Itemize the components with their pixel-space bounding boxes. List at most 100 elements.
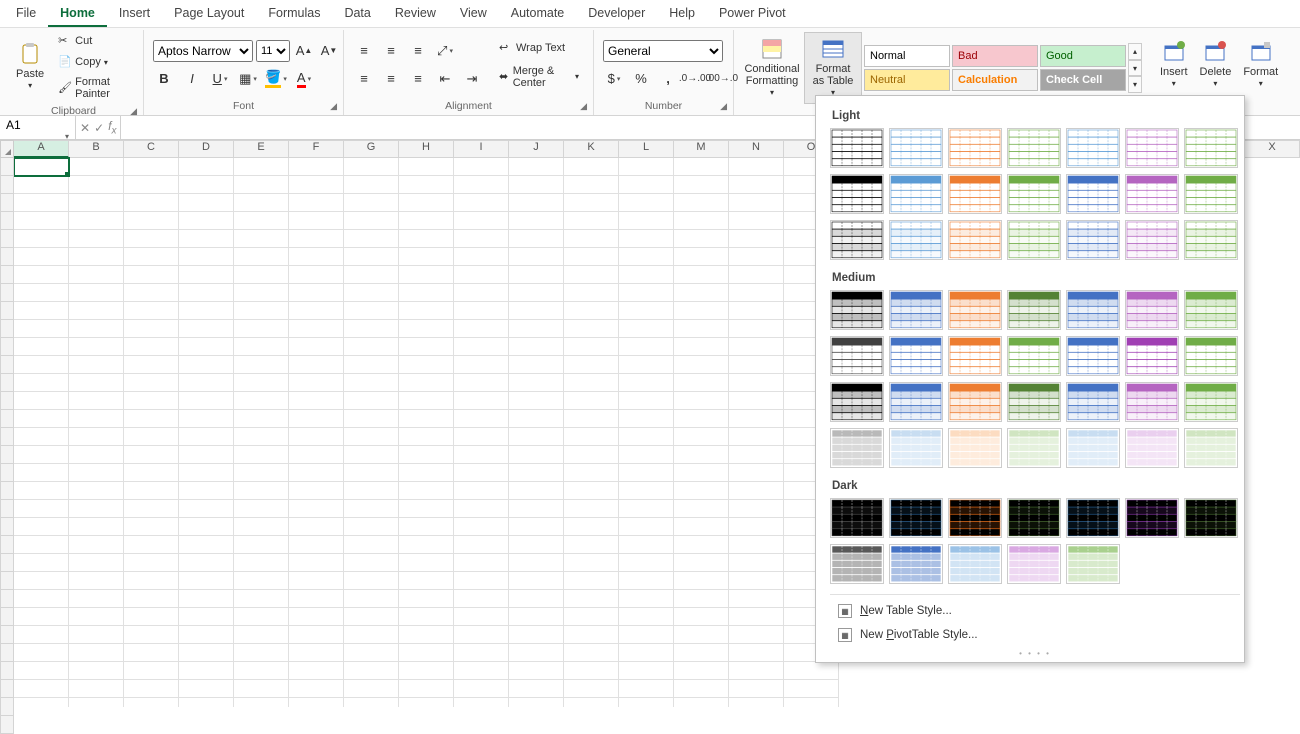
cell[interactable]	[124, 248, 179, 266]
cell[interactable]	[674, 392, 729, 410]
cell[interactable]	[399, 338, 454, 356]
cell[interactable]	[674, 464, 729, 482]
cell[interactable]	[124, 518, 179, 536]
select-all-button[interactable]	[0, 140, 14, 158]
table-style-thumb[interactable]	[1125, 290, 1179, 330]
cell[interactable]	[69, 176, 124, 194]
cell[interactable]	[344, 662, 399, 680]
cell[interactable]	[69, 230, 124, 248]
table-style-thumb[interactable]	[830, 290, 884, 330]
bold-button[interactable]: B	[153, 68, 175, 90]
cell[interactable]	[234, 554, 289, 572]
cell[interactable]	[234, 500, 289, 518]
cell-style-calc[interactable]: Calculation	[952, 69, 1038, 91]
cell[interactable]	[179, 266, 234, 284]
cell[interactable]	[564, 536, 619, 554]
cell[interactable]	[454, 284, 509, 302]
cell[interactable]	[69, 392, 124, 410]
cell[interactable]	[399, 212, 454, 230]
cell[interactable]	[344, 518, 399, 536]
table-style-thumb[interactable]	[1066, 382, 1120, 422]
cell-style-good[interactable]: Good	[1040, 45, 1126, 67]
row-header[interactable]	[0, 608, 14, 626]
cell[interactable]	[509, 302, 564, 320]
align-middle-button[interactable]: ≡	[380, 40, 402, 62]
row-header[interactable]	[0, 374, 14, 392]
cell[interactable]	[729, 158, 784, 176]
cell[interactable]	[344, 446, 399, 464]
cell[interactable]	[619, 410, 674, 428]
cell[interactable]	[124, 158, 179, 176]
cell[interactable]	[344, 158, 399, 176]
cell[interactable]	[344, 698, 399, 707]
cell[interactable]	[14, 320, 69, 338]
cell[interactable]	[69, 158, 124, 176]
cell[interactable]	[454, 590, 509, 608]
cell[interactable]	[564, 644, 619, 662]
col-header-D[interactable]: D	[179, 140, 234, 158]
table-style-thumb[interactable]	[1066, 544, 1120, 584]
cell[interactable]	[729, 248, 784, 266]
cell[interactable]	[124, 680, 179, 698]
table-style-thumb[interactable]	[1184, 336, 1238, 376]
col-header-H[interactable]: H	[399, 140, 454, 158]
cell[interactable]	[289, 680, 344, 698]
dialog-launcher-icon[interactable]: ◢	[130, 106, 137, 117]
cell[interactable]	[454, 518, 509, 536]
cell[interactable]	[234, 608, 289, 626]
table-style-thumb[interactable]	[1007, 290, 1061, 330]
cell[interactable]	[509, 356, 564, 374]
cell[interactable]	[124, 356, 179, 374]
cell[interactable]	[14, 374, 69, 392]
cell[interactable]	[564, 392, 619, 410]
cell[interactable]	[564, 320, 619, 338]
cell[interactable]	[509, 536, 564, 554]
row-header[interactable]	[0, 482, 14, 500]
resize-handle-icon[interactable]: • • • •	[830, 649, 1240, 658]
cell[interactable]	[399, 446, 454, 464]
cell[interactable]	[399, 176, 454, 194]
cell[interactable]	[179, 446, 234, 464]
cell[interactable]	[14, 230, 69, 248]
cell[interactable]	[179, 644, 234, 662]
cell[interactable]	[234, 590, 289, 608]
increase-indent-button[interactable]: ⇥	[461, 68, 483, 90]
cell[interactable]	[289, 554, 344, 572]
cell[interactable]	[14, 500, 69, 518]
cell[interactable]	[14, 554, 69, 572]
cell[interactable]	[344, 572, 399, 590]
cell[interactable]	[564, 248, 619, 266]
cell[interactable]	[509, 446, 564, 464]
table-style-thumb[interactable]	[1125, 498, 1179, 538]
cell[interactable]	[454, 302, 509, 320]
cell[interactable]	[399, 500, 454, 518]
cell[interactable]	[69, 320, 124, 338]
row-header[interactable]	[0, 176, 14, 194]
cell[interactable]	[69, 590, 124, 608]
table-style-thumb[interactable]	[1184, 128, 1238, 168]
cell[interactable]	[179, 410, 234, 428]
cell[interactable]	[344, 266, 399, 284]
cell[interactable]	[454, 572, 509, 590]
tab-home[interactable]: Home	[48, 0, 107, 27]
row-header[interactable]	[0, 680, 14, 698]
cell[interactable]	[344, 590, 399, 608]
cell-styles-more[interactable]: ▴▾▾	[1128, 43, 1142, 93]
cell[interactable]	[729, 698, 784, 707]
cell[interactable]	[674, 230, 729, 248]
cell[interactable]	[234, 698, 289, 707]
cell[interactable]	[289, 284, 344, 302]
cell[interactable]	[344, 392, 399, 410]
cell[interactable]	[179, 554, 234, 572]
cell[interactable]	[509, 518, 564, 536]
tab-insert[interactable]: Insert	[107, 0, 162, 27]
cell[interactable]	[399, 644, 454, 662]
cell[interactable]	[69, 248, 124, 266]
cell[interactable]	[619, 500, 674, 518]
table-style-thumb[interactable]	[948, 290, 1002, 330]
cell[interactable]	[344, 500, 399, 518]
cell[interactable]	[674, 428, 729, 446]
cell[interactable]	[399, 536, 454, 554]
cell[interactable]	[289, 230, 344, 248]
cell[interactable]	[234, 212, 289, 230]
